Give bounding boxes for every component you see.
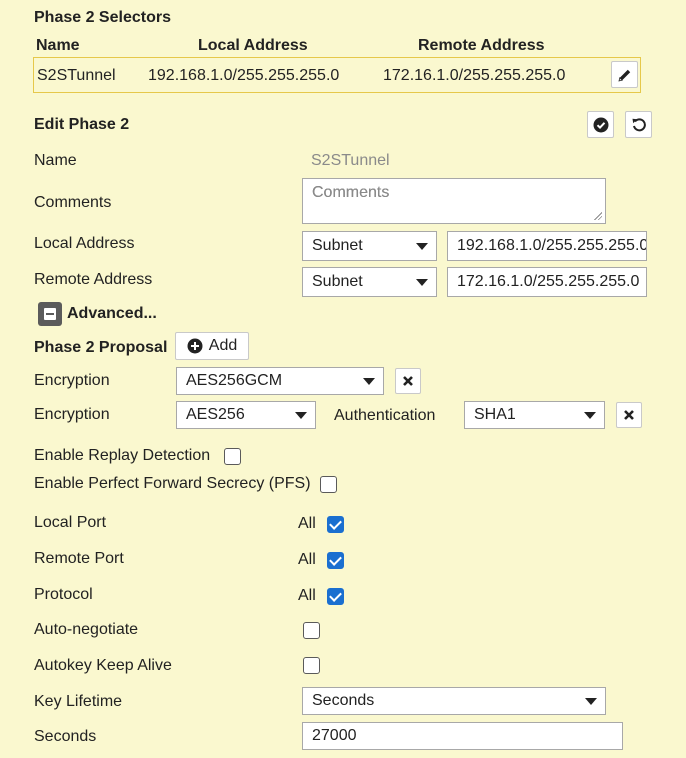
remote-address-input[interactable]: 172.16.1.0/255.255.255.0: [447, 267, 647, 297]
pfs-checkbox[interactable]: [320, 476, 337, 493]
undo-icon: [631, 117, 647, 133]
replay-detection-label: Enable Replay Detection: [34, 447, 211, 464]
advanced-label[interactable]: Advanced...: [67, 304, 157, 324]
pfs-label: Enable Perfect Forward Secrecy (PFS): [34, 475, 311, 492]
protocol-all: All: [298, 587, 316, 604]
selectors-title: Phase 2 Selectors: [34, 9, 171, 26]
chevron-down-icon: [584, 412, 596, 419]
encryption-label-1: Encryption: [34, 372, 110, 389]
remote-port-all: All: [298, 551, 316, 568]
auto-negotiate-label: Auto-negotiate: [34, 621, 139, 638]
encryption-select-2[interactable]: AES256: [176, 401, 316, 429]
col-remote-header: Remote Address: [418, 37, 545, 54]
selector-row-name: S2STunnel: [37, 67, 116, 84]
edit-title: Edit Phase 2: [34, 116, 130, 133]
pencil-icon: [617, 68, 632, 82]
close-icon: [402, 375, 414, 387]
check-circle-icon: [593, 117, 609, 133]
seconds-input[interactable]: 27000: [302, 722, 623, 750]
local-address-type-select[interactable]: Subnet: [302, 231, 437, 261]
authentication-label: Authentication: [334, 407, 436, 424]
seconds-label: Seconds: [34, 728, 97, 745]
encryption-value-2: AES256: [186, 406, 245, 423]
authentication-select[interactable]: SHA1: [464, 401, 605, 429]
remove-proposal-1-button[interactable]: [395, 368, 421, 394]
local-address-type-value: Subnet: [312, 237, 363, 254]
add-label: Add: [208, 337, 238, 354]
name-label: Name: [34, 152, 77, 169]
selector-row-remote: 172.16.1.0/255.255.255.0: [383, 67, 566, 84]
keep-alive-checkbox[interactable]: [303, 657, 320, 674]
selector-row-local: 192.168.1.0/255.255.255.0: [148, 67, 340, 84]
auto-negotiate-checkbox[interactable]: [303, 622, 320, 639]
local-port-all: All: [298, 515, 316, 532]
keep-alive-label: Autokey Keep Alive: [34, 657, 172, 674]
close-icon: [623, 409, 635, 421]
name-value: S2STunnel: [311, 152, 390, 169]
proposal-label: Phase 2 Proposal: [34, 339, 168, 356]
chevron-down-icon: [416, 279, 428, 286]
resize-grip-icon[interactable]: [593, 211, 602, 220]
remove-proposal-2-button[interactable]: [616, 402, 642, 428]
key-lifetime-select[interactable]: Seconds: [302, 687, 606, 715]
collapse-advanced-toggle[interactable]: [38, 302, 62, 326]
remote-port-all-checkbox[interactable]: [327, 552, 344, 569]
col-name-header: Name: [36, 37, 80, 54]
remote-port-label: Remote Port: [34, 550, 124, 567]
comments-label: Comments: [34, 194, 112, 211]
key-lifetime-label: Key Lifetime: [34, 693, 123, 710]
chevron-down-icon: [585, 698, 597, 705]
authentication-value: SHA1: [474, 406, 516, 423]
plus-circle-icon: [187, 338, 203, 354]
replay-detection-checkbox[interactable]: [224, 448, 241, 465]
protocol-label: Protocol: [34, 586, 93, 603]
protocol-all-checkbox[interactable]: [327, 588, 344, 605]
revert-button[interactable]: [625, 111, 652, 138]
comments-field[interactable]: [302, 178, 606, 224]
local-port-all-checkbox[interactable]: [327, 516, 344, 533]
remote-address-label: Remote Address: [34, 271, 153, 288]
encryption-label-2: Encryption: [34, 406, 110, 423]
edit-selector-button[interactable]: [611, 61, 638, 88]
key-lifetime-value: Seconds: [312, 692, 375, 709]
local-address-label: Local Address: [34, 235, 135, 252]
remote-address-type-value: Subnet: [312, 273, 363, 290]
remote-address-type-select[interactable]: Subnet: [302, 267, 437, 297]
apply-button[interactable]: [587, 111, 614, 138]
local-port-label: Local Port: [34, 514, 107, 531]
chevron-down-icon: [416, 243, 428, 250]
chevron-down-icon: [363, 378, 375, 385]
add-proposal-button[interactable]: Add: [175, 332, 249, 360]
col-local-header: Local Address: [198, 37, 308, 54]
encryption-value-1: AES256GCM: [186, 372, 283, 389]
encryption-select-1[interactable]: AES256GCM: [176, 367, 384, 395]
local-address-input[interactable]: 192.168.1.0/255.255.255.0: [447, 231, 647, 261]
chevron-down-icon: [295, 412, 307, 419]
minus-icon: [44, 308, 56, 320]
